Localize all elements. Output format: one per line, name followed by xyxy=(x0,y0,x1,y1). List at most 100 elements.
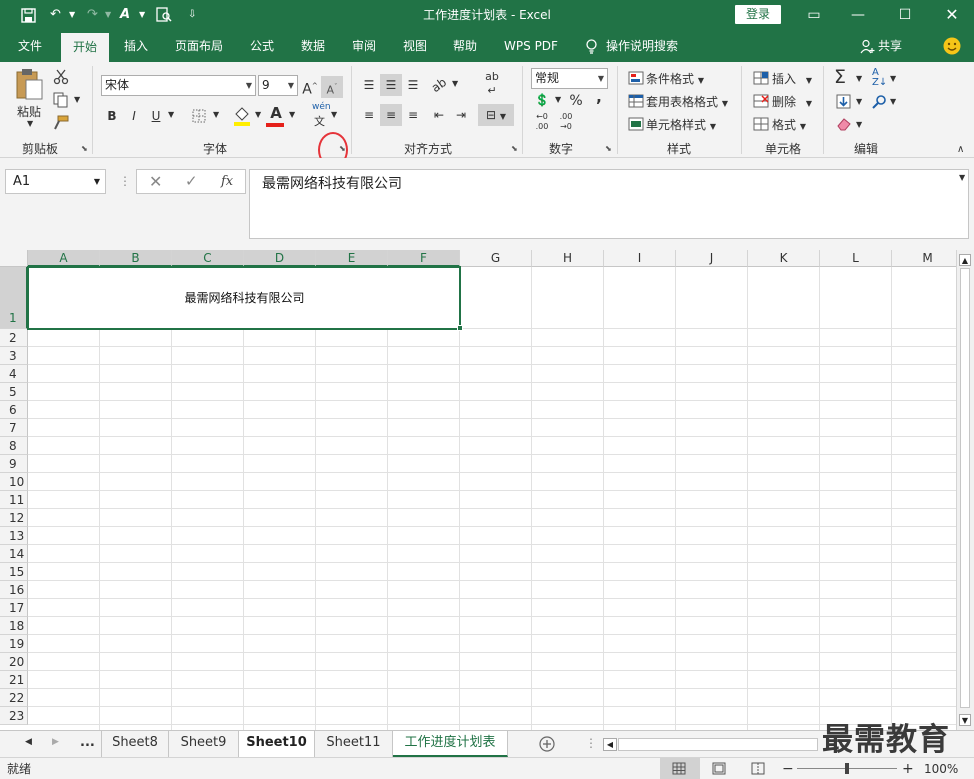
phonetic-dropdown-icon[interactable]: ▼ xyxy=(331,110,337,119)
fill-handle[interactable] xyxy=(457,325,463,331)
insert-cells-icon[interactable] xyxy=(753,71,769,85)
zoom-out-icon[interactable]: − xyxy=(782,758,794,779)
percent-style-icon[interactable]: % xyxy=(565,90,587,112)
row-header-15[interactable]: 15 xyxy=(0,563,28,581)
cell-styles-icon[interactable] xyxy=(628,117,644,131)
row-header-3[interactable]: 3 xyxy=(0,347,28,365)
tell-me-search[interactable]: 操作说明搜索 xyxy=(606,30,690,62)
column-header-f[interactable]: F xyxy=(388,250,460,267)
clipboard-launcher-icon[interactable]: ⬊ xyxy=(81,144,88,153)
format-painter-icon[interactable] xyxy=(53,115,69,131)
comma-style-icon[interactable]: , xyxy=(588,86,610,108)
row-header-7[interactable]: 7 xyxy=(0,419,28,437)
formula-input[interactable]: 最需网络科技有限公司 xyxy=(249,169,969,239)
zoom-level[interactable]: 100% xyxy=(924,758,958,779)
increase-font-size-icon[interactable]: A^ xyxy=(299,75,321,98)
underline-dropdown-icon[interactable]: ▼ xyxy=(168,110,174,119)
fill-color-dropdown-icon[interactable]: ▼ xyxy=(255,110,261,119)
column-header-a[interactable]: A xyxy=(28,250,100,267)
tab-split-handle[interactable]: ⋮ xyxy=(585,736,597,750)
bottom-align-icon[interactable]: ☰ xyxy=(402,74,424,96)
tab-insert[interactable]: 插入 xyxy=(115,30,157,62)
name-box[interactable]: A1 ▼ xyxy=(5,169,106,194)
feedback-smiley-icon[interactable] xyxy=(943,37,961,55)
cancel-icon[interactable]: ✕ xyxy=(149,169,162,194)
align-right-icon[interactable]: ≡ xyxy=(402,104,424,126)
paste-dropdown-icon[interactable]: ▼ xyxy=(27,119,33,128)
row-header-9[interactable]: 9 xyxy=(0,455,28,473)
page-break-preview-icon[interactable] xyxy=(751,762,765,775)
top-align-icon[interactable]: ☰ xyxy=(358,74,380,96)
clear-dropdown-icon[interactable]: ▼ xyxy=(856,120,862,129)
row-header-5[interactable]: 5 xyxy=(0,383,28,401)
login-button[interactable]: 登录 xyxy=(735,5,781,24)
row-header-2[interactable]: 2 xyxy=(0,329,28,347)
column-header-g[interactable]: G xyxy=(460,250,532,267)
decrease-font-size-icon[interactable]: Aˇ xyxy=(321,76,343,98)
column-header-m[interactable]: M xyxy=(892,250,964,267)
undo-dropdown-icon[interactable]: ▼ xyxy=(69,7,75,23)
name-box-dropdown-icon[interactable]: ▼ xyxy=(94,170,100,193)
paste-label[interactable]: 粘贴 xyxy=(17,103,41,120)
row-header-1[interactable]: 1 xyxy=(0,267,28,329)
column-header-l[interactable]: L xyxy=(820,250,892,267)
row-header-13[interactable]: 13 xyxy=(0,527,28,545)
scroll-up-icon[interactable]: ▲ xyxy=(959,254,971,266)
sheet-tab-sheet10[interactable]: Sheet10 xyxy=(239,731,315,757)
fill-color-icon[interactable] xyxy=(233,106,251,126)
conditional-formatting-button[interactable]: 条件格式 ▼ xyxy=(646,70,704,87)
tab-file[interactable]: 文件 xyxy=(8,30,52,62)
tab-help[interactable]: 帮助 xyxy=(444,30,486,62)
font-name-combo[interactable]: 宋体 ▼ xyxy=(101,75,256,96)
row-header-23[interactable]: 23 xyxy=(0,707,28,725)
font-launcher-icon[interactable]: ⬊ xyxy=(339,144,346,153)
copy-icon[interactable] xyxy=(53,92,69,108)
format-cells-button[interactable]: 格式 ▼ xyxy=(772,116,806,133)
italic-button[interactable]: I xyxy=(123,105,145,127)
row-header-10[interactable]: 10 xyxy=(0,473,28,491)
close-icon[interactable]: ✕ xyxy=(930,0,974,30)
sheet-tab-sheet8[interactable]: Sheet8 xyxy=(101,731,169,757)
phonetic-icon-bottom[interactable]: 文 xyxy=(314,113,325,129)
conditional-formatting-icon[interactable] xyxy=(628,71,644,85)
tab-formulas[interactable]: 公式 xyxy=(242,30,282,62)
align-left-icon[interactable]: ≡ xyxy=(358,104,380,126)
redo-icon[interactable]: ↷ xyxy=(87,7,98,23)
decrease-indent-icon[interactable]: ⇤ xyxy=(428,104,450,126)
cell-a1-text[interactable]: 最需网络科技有限公司 xyxy=(28,267,461,329)
accounting-dropdown-icon[interactable]: ▼ xyxy=(555,95,561,104)
align-center-icon[interactable]: ≡ xyxy=(380,104,402,126)
scroll-tabs-right-icon[interactable]: ▶ xyxy=(52,737,59,747)
find-select-dropdown-icon[interactable]: ▼ xyxy=(890,97,896,106)
column-header-j[interactable]: J xyxy=(676,250,748,267)
format-as-table-icon[interactable] xyxy=(628,94,644,108)
sheet-tab-sheet11[interactable]: Sheet11 xyxy=(315,731,393,757)
column-header-d[interactable]: D xyxy=(244,250,316,267)
orientation-icon[interactable]: ab xyxy=(424,70,455,101)
delete-cells-icon[interactable] xyxy=(753,94,769,108)
tab-review[interactable]: 审阅 xyxy=(343,30,385,62)
row-header-11[interactable]: 11 xyxy=(0,491,28,509)
scroll-thumb[interactable] xyxy=(960,268,970,708)
zoom-slider-thumb[interactable] xyxy=(845,763,849,774)
sort-filter-dropdown-icon[interactable]: ▼ xyxy=(890,74,896,83)
column-header-i[interactable]: I xyxy=(604,250,676,267)
fill-down-icon[interactable] xyxy=(836,94,851,109)
bold-button[interactable]: B xyxy=(101,105,123,127)
increase-indent-icon[interactable]: ⇥ xyxy=(450,104,472,126)
hscroll-left-icon[interactable]: ◀ xyxy=(603,738,617,751)
borders-dropdown-icon[interactable]: ▼ xyxy=(213,110,219,119)
borders-icon[interactable] xyxy=(192,109,206,123)
sort-filter-icon[interactable]: A Z↓ xyxy=(872,68,887,88)
format-cells-icon[interactable] xyxy=(753,117,769,131)
column-header-b[interactable]: B xyxy=(100,250,172,267)
row-header-17[interactable]: 17 xyxy=(0,599,28,617)
paste-icon[interactable] xyxy=(14,68,44,100)
column-header-c[interactable]: C xyxy=(172,250,244,267)
wrap-text-icon[interactable]: ab ↵ xyxy=(481,70,503,97)
font-color-icon[interactable]: A xyxy=(268,104,284,122)
cut-icon[interactable] xyxy=(53,69,69,85)
merge-center-icon[interactable]: ⊟ ▼ xyxy=(478,104,514,126)
phonetic-icon-top[interactable]: wén xyxy=(312,102,331,112)
decrease-decimal-icon[interactable]: .00 →0 xyxy=(555,112,577,134)
